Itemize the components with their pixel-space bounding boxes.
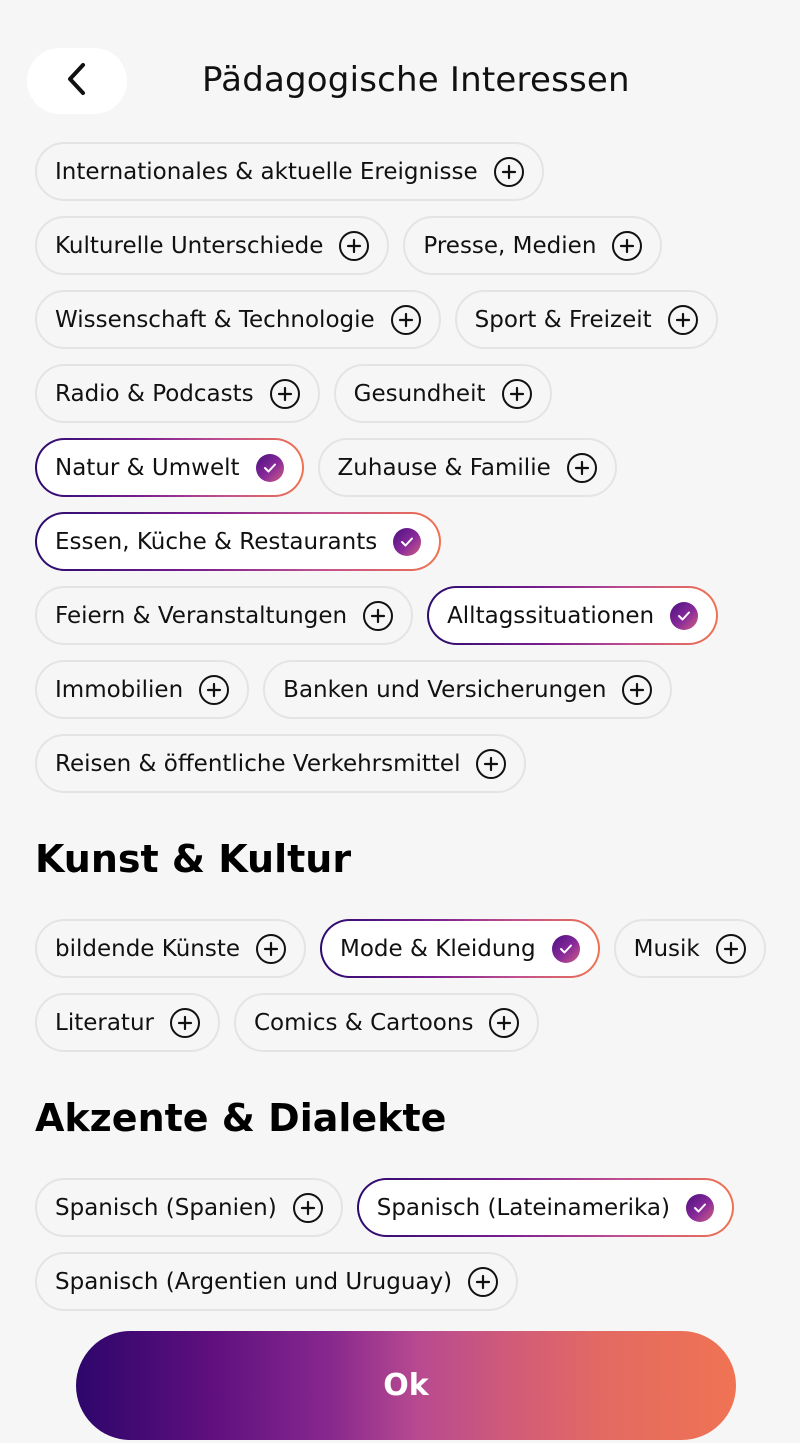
interest-chip[interactable]: Musik bbox=[613, 919, 766, 978]
chip-label: Essen, Küche & Restaurants bbox=[55, 528, 378, 555]
check-circle-icon bbox=[255, 453, 284, 482]
interest-chip[interactable]: Kulturelle Unterschiede bbox=[35, 216, 390, 275]
interest-chip-selected[interactable]: Natur & Umwelt bbox=[35, 438, 304, 497]
chip-group: bildende Künste Mode & Kleidung Musik Liter… bbox=[35, 919, 780, 1052]
interest-chip[interactable]: Gesundheit bbox=[333, 364, 552, 423]
chip-label: Spanisch (Lateinamerika) bbox=[376, 1194, 670, 1221]
chip-group: Internationales & aktuelle Ereignisse Kul… bbox=[35, 142, 780, 793]
check-circle-icon bbox=[551, 934, 580, 963]
chip-label: Zuhause & Familie bbox=[337, 454, 551, 481]
chip-label: Internationales & aktuelle Ereignisse bbox=[55, 158, 478, 185]
chip-label: Radio & Podcasts bbox=[55, 380, 254, 407]
interest-chip[interactable]: Feiern & Veranstaltungen bbox=[35, 586, 414, 645]
interest-chip[interactable]: Wissenschaft & Technologie bbox=[35, 290, 441, 349]
interest-chip[interactable]: Spanisch (Argentien und Uruguay) bbox=[35, 1252, 519, 1311]
plus-circle-icon bbox=[363, 600, 394, 631]
interest-chip[interactable]: Radio & Podcasts bbox=[35, 364, 320, 423]
chip-label: Sport & Freizeit bbox=[474, 306, 652, 333]
check-circle-icon bbox=[393, 527, 422, 556]
plus-circle-icon bbox=[468, 1266, 499, 1297]
chevron-left-icon bbox=[66, 62, 88, 100]
plus-circle-icon bbox=[489, 1007, 520, 1038]
interest-chip[interactable]: Reisen & öffentliche Verkehrsmittel bbox=[35, 734, 527, 793]
section-title: Kunst & Kultur bbox=[35, 837, 352, 881]
chip-label: bildende Künste bbox=[55, 935, 241, 962]
chip-group: Spanisch (Spanien) Spanisch (Lateinamerik… bbox=[35, 1178, 780, 1311]
chip-label: Banken und Versicherungen bbox=[283, 676, 607, 703]
interest-chip[interactable]: Literatur bbox=[35, 993, 220, 1052]
chip-label: Spanisch (Argentien und Uruguay) bbox=[55, 1268, 453, 1295]
interest-chip[interactable]: Spanisch (Spanien) bbox=[35, 1178, 343, 1237]
chip-label: Musik bbox=[633, 935, 700, 962]
interest-chip[interactable]: Internationales & aktuelle Ereignisse bbox=[35, 142, 544, 201]
chip-label: Literatur bbox=[55, 1009, 154, 1036]
check-circle-icon bbox=[670, 601, 699, 630]
page-title: Pädagogische Interessen bbox=[202, 60, 630, 100]
plus-circle-icon bbox=[566, 452, 597, 483]
interest-chip[interactable]: Immobilien bbox=[35, 660, 250, 719]
interest-chip-selected[interactable]: Alltagssituationen bbox=[427, 586, 718, 645]
chip-label: Mode & Kleidung bbox=[340, 935, 536, 962]
plus-circle-icon bbox=[199, 674, 230, 705]
chip-label: Alltagssituationen bbox=[447, 602, 655, 629]
chip-label: Feiern & Veranstaltungen bbox=[55, 602, 348, 629]
interest-chip[interactable]: Sport & Freizeit bbox=[454, 290, 718, 349]
plus-circle-icon bbox=[501, 378, 532, 409]
ok-button[interactable]: Ok bbox=[76, 1331, 736, 1440]
chip-label: Gesundheit bbox=[353, 380, 486, 407]
plus-circle-icon bbox=[292, 1192, 323, 1223]
chip-label: Presse, Medien bbox=[423, 232, 597, 259]
interest-chip[interactable]: Zuhause & Familie bbox=[317, 438, 617, 497]
chip-label: Wissenschaft & Technologie bbox=[55, 306, 375, 333]
plus-circle-icon bbox=[667, 304, 698, 335]
plus-circle-icon bbox=[339, 230, 370, 261]
header: Pädagogische Interessen bbox=[0, 46, 800, 116]
interest-list: Internationales & aktuelle Ereignisse Kul… bbox=[35, 142, 780, 1311]
interest-chip[interactable]: bildende Künste bbox=[35, 919, 307, 978]
plus-circle-icon bbox=[269, 378, 300, 409]
chip-label: Natur & Umwelt bbox=[55, 454, 240, 481]
check-circle-icon bbox=[686, 1193, 714, 1222]
chip-label: Kulturelle Unterschiede bbox=[55, 232, 324, 259]
interest-chip-selected[interactable]: Spanisch (Lateinamerika) bbox=[357, 1178, 734, 1237]
plus-circle-icon bbox=[622, 674, 653, 705]
interest-chip[interactable]: Banken und Versicherungen bbox=[263, 660, 673, 719]
back-button[interactable] bbox=[27, 48, 127, 114]
plus-circle-icon bbox=[715, 933, 746, 964]
chip-label: Spanisch (Spanien) bbox=[55, 1194, 277, 1221]
section-title: Akzente & Dialekte bbox=[35, 1096, 447, 1140]
interest-chip[interactable]: Comics & Cartoons bbox=[233, 993, 540, 1052]
interest-chip-selected[interactable]: Mode & Kleidung bbox=[320, 919, 600, 978]
plus-circle-icon bbox=[612, 230, 643, 261]
chip-label: Immobilien bbox=[55, 676, 184, 703]
interest-chip[interactable]: Presse, Medien bbox=[403, 216, 663, 275]
chip-label: Reisen & öffentliche Verkehrsmittel bbox=[55, 750, 461, 777]
plus-circle-icon bbox=[390, 304, 421, 335]
chip-label: Comics & Cartoons bbox=[253, 1009, 474, 1036]
plus-circle-icon bbox=[476, 748, 507, 779]
interest-chip-selected[interactable]: Essen, Küche & Restaurants bbox=[35, 512, 441, 571]
plus-circle-icon bbox=[493, 156, 524, 187]
plus-circle-icon bbox=[256, 933, 287, 964]
plus-circle-icon bbox=[169, 1007, 200, 1038]
